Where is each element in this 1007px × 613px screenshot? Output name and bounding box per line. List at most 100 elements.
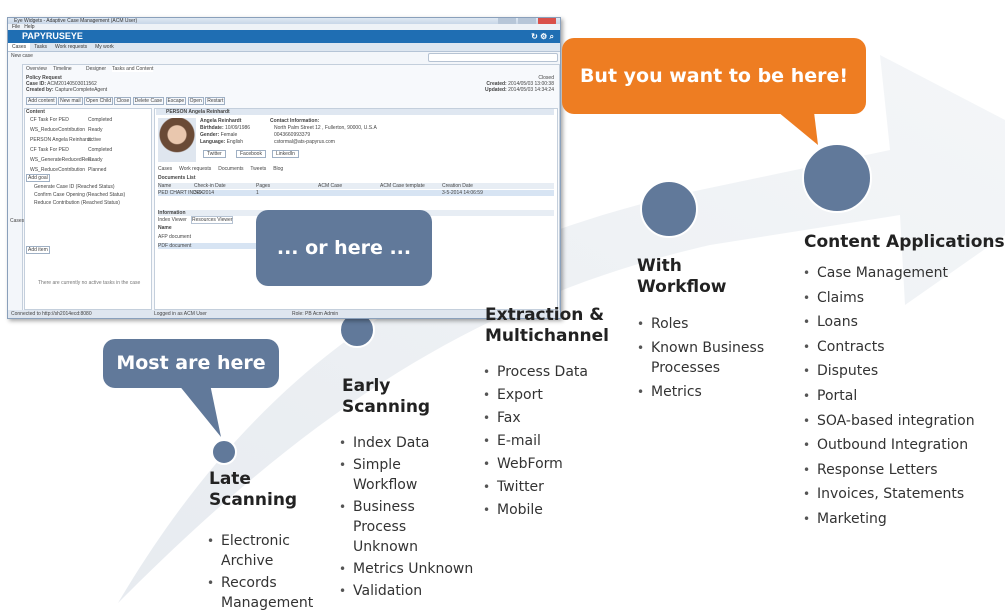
early-scanning-title-line2: Scanning [342, 397, 431, 417]
content-applications-item: Invoices, Statements [803, 482, 1003, 507]
content-applications-item: Outbound Integration [803, 433, 1003, 458]
early-scanning-list: Index Data Simple Workflow Business Proc… [339, 433, 489, 601]
late-scanning-item: Electronic Archive [207, 531, 323, 571]
detail-tab-cases[interactable]: Cases [158, 166, 172, 172]
content-header: Content [26, 109, 45, 115]
content-row-3[interactable]: PERSON Angela Reinhardt [30, 137, 91, 143]
content-row-6[interactable]: WS_ReduceContribution [30, 167, 85, 173]
updated-label: Updated: [485, 87, 507, 93]
doc-col-date[interactable]: Check-in Date [194, 183, 256, 189]
add-item-button[interactable]: Add item [26, 246, 50, 254]
doc-col-pages[interactable]: Pages [256, 183, 318, 189]
goal-2[interactable]: Confirm Case Opening (Reached Status) [34, 192, 125, 198]
contact-label: Contact Information: [270, 118, 320, 124]
case-tab-overview[interactable]: Overview [26, 66, 47, 72]
escape-button[interactable]: Escape [165, 97, 187, 105]
birthdate-label: Birthdate: [200, 125, 224, 131]
early-scanning-title-line1: Early [342, 376, 391, 396]
extraction-list: Process Data Export Fax E-mail WebForm T… [483, 361, 623, 522]
settings-icon[interactable]: ⚙ [540, 32, 547, 41]
detail-tab-documents[interactable]: Documents [218, 166, 244, 172]
early-scanning-item: Simple Workflow [339, 455, 443, 495]
doc-col-template[interactable]: ACM Case template [380, 183, 442, 189]
early-scanning-title: Early Scanning [342, 376, 430, 418]
case-tab-tasks-content[interactable]: Tasks and Content [112, 66, 154, 72]
open-child-button[interactable]: Open Child [84, 97, 114, 105]
content-row-2[interactable]: WS_ReduceContribution [30, 127, 85, 133]
late-scanning-title-line1: Late [209, 469, 251, 489]
updated-row: Updated: 2014/05/03 14:34:24 [485, 87, 554, 93]
goal-1[interactable]: Generate Case ID (Reached Status) [34, 184, 115, 190]
tab-tasks[interactable]: Tasks [30, 43, 51, 51]
created-by-label: Created by: [26, 87, 54, 93]
add-goal-button[interactable]: Add goal [26, 174, 50, 182]
app-header: PAPYRUSEYE ↻ ⚙ ⌕ [8, 30, 560, 43]
content-row-4[interactable]: CF Task For PED [30, 147, 69, 153]
info-tab-resources-viewer[interactable]: Resources Viewer [191, 216, 234, 224]
content-row-5[interactable]: WS_GenerateReducedRec... [30, 157, 95, 163]
tab-work-requests[interactable]: Work requests [51, 43, 91, 51]
detail-tab-tweets[interactable]: Tweets [250, 166, 266, 172]
language-label: Language: [200, 139, 226, 145]
restart-button[interactable]: Restart [205, 97, 226, 105]
content-row-1[interactable]: CF Task For PED [30, 117, 69, 123]
cases-side-label[interactable]: Cases [10, 218, 24, 224]
info-row-afp[interactable]: AFP document [158, 234, 191, 240]
or-here-bubble: ... or here ... [256, 210, 432, 286]
doc-col-acm-case[interactable]: ACM Case [318, 183, 380, 189]
gender: Female [220, 132, 238, 138]
phone: 0043660993379 [274, 132, 311, 138]
workflow-item: Known Business Processes [637, 338, 785, 378]
detail-tabs: Cases Work requests Documents Tweets Blo… [158, 166, 283, 172]
birthdate: 10/09/1986 [225, 125, 251, 131]
twitter-button[interactable]: Twitter [203, 150, 226, 158]
tab-my-work[interactable]: My work [91, 43, 118, 51]
most-are-here-bubble: Most are here [103, 339, 279, 388]
linkedin-button[interactable]: LinkedIn [272, 150, 299, 158]
new-mail-button[interactable]: New mail [58, 97, 83, 105]
content-row-1-state: Completed [88, 117, 113, 123]
extraction-item: Process Data [483, 361, 623, 384]
open-button[interactable]: Open [187, 97, 204, 105]
doc-col-name[interactable]: Name [158, 183, 194, 189]
extraction-title-line1: Extraction & [485, 305, 605, 325]
content-row-5-state: Ready [88, 157, 103, 163]
person-photo [158, 118, 196, 162]
extraction-title-line2: Multichannel [485, 326, 610, 346]
add-content-button[interactable]: Add content [26, 97, 57, 105]
language-row: Language: English [200, 139, 243, 145]
content-row-3-state: active [88, 137, 102, 143]
content-row-1-name: CF Task For PED [30, 117, 69, 123]
content-applications-item: Loans [803, 310, 1003, 335]
workflow-title-line1: With [637, 256, 682, 276]
workflow-item: Metrics [637, 382, 785, 402]
documents-header-row: Name Check-in Date Pages ACM Case ACM Case t… [158, 183, 554, 189]
want-bubble-tail [778, 112, 818, 145]
case-tab-timeline[interactable]: Timeline [53, 66, 72, 72]
info-tab-index-viewer[interactable]: Index Viewer [158, 217, 187, 223]
late-scanning-list: Electronic Archive Records Management [207, 531, 323, 613]
nav-tabs: Cases Tasks Work requests My work [8, 43, 560, 52]
refresh-icon[interactable]: ↻ [531, 32, 538, 41]
search-icon[interactable]: ⌕ [550, 32, 554, 41]
search-input[interactable] [428, 53, 558, 62]
detail-tab-work-requests[interactable]: Work requests [179, 166, 211, 172]
delete-case-button[interactable]: Delete Case [132, 97, 165, 105]
extraction-item: E-mail [483, 430, 623, 453]
person-name: Angela Reinhardt [200, 118, 242, 124]
case-tab-designer[interactable]: Designer [86, 66, 106, 72]
document-row[interactable]: PED CHART INDEX3-5-2014 1 3-5-2014 14:06:5… [158, 190, 554, 196]
status-role: Role: PB Acm Admin [292, 311, 339, 317]
birthdate-row: Birthdate: 10/09/1986 [200, 125, 250, 131]
email[interactable]: cstormal@ats-papyrus.com [274, 139, 335, 145]
detail-tab-blog[interactable]: Blog [273, 166, 283, 172]
facebook-button[interactable]: Facebook [236, 150, 266, 158]
tab-cases[interactable]: Cases [8, 43, 31, 51]
info-row-pdf[interactable]: PDF document [158, 243, 260, 249]
close-button[interactable]: Close [114, 97, 132, 105]
content-applications-list: Case Management Claims Loans Contracts D… [803, 261, 1003, 532]
new-case-link[interactable]: New case [11, 53, 33, 59]
workflow-item: Roles [637, 314, 785, 334]
doc-col-created[interactable]: Creation Date [442, 183, 473, 189]
goal-3[interactable]: Reduce Contribution (Reached Status) [34, 200, 120, 206]
